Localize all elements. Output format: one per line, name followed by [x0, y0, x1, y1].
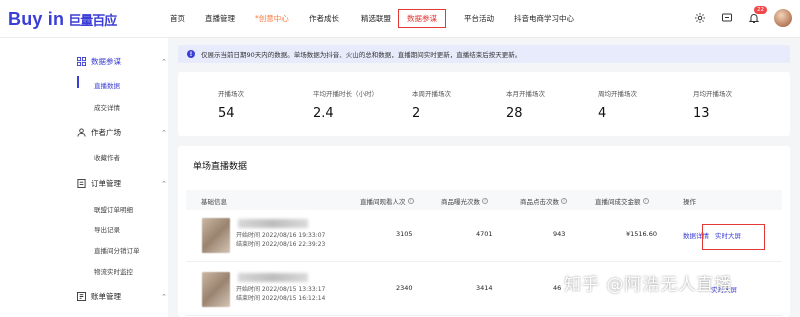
table-title: 单场直播数据: [193, 162, 248, 172]
cell-clicks: 46: [553, 284, 562, 292]
nav-creative-center[interactable]: *创意中心: [255, 13, 289, 24]
help-icon: ?: [482, 198, 488, 204]
blurred-live-title: [238, 219, 308, 228]
cell-exposure: 4701: [476, 230, 493, 238]
sidebar-group-data-advisor[interactable]: 数据参谋 ⌃: [77, 56, 167, 67]
table-header: 基础信息 直播间观看人次? 商品曝光次数? 商品点击次数? 直播间成交金额? 操…: [186, 190, 782, 210]
stat-total-sessions: 开播场次 54: [218, 90, 244, 121]
col-gmv: 直播间成交金额?: [595, 198, 649, 206]
sidebar-group-label: 作者广场: [91, 128, 121, 137]
sidebar-group-billing[interactable]: 账单管理 ⌃: [77, 291, 167, 302]
sidebar-item-alliance-orders[interactable]: 联盟订单明细: [94, 204, 133, 214]
col-views: 直播间观看人次?: [360, 198, 414, 206]
logo-text: Buy in: [8, 8, 65, 29]
watermark-text: 知乎 @阿浩无人直播: [564, 275, 733, 295]
col-clicks: 商品点击次数?: [520, 198, 567, 206]
sidebar-group-label: 数据参谋: [91, 57, 121, 66]
notification-badge: 22: [754, 6, 767, 14]
stat-weekly-avg: 周均开播场次 4: [598, 90, 637, 121]
live-times: 开始时间 2022/08/16 19:33:07 结束时间 2022/08/16…: [236, 232, 326, 248]
table-row: 开始时间 2022/08/16 19:33:07 结束时间 2022/08/16…: [186, 210, 782, 262]
col-exposure: 商品曝光次数?: [441, 198, 488, 206]
highlight-box: [702, 224, 765, 250]
sidebar-item-deal-details[interactable]: 成交详情: [94, 102, 120, 112]
help-icon: ?: [407, 198, 414, 204]
nav-learning-center[interactable]: 抖音电商学习中心: [514, 13, 574, 24]
stat-monthly-avg: 月均开播场次 13: [693, 90, 732, 121]
stat-month-sessions: 本月开播场次 28: [506, 90, 545, 121]
nav-home[interactable]: 首页: [170, 13, 185, 24]
avatar[interactable]: [774, 9, 792, 27]
nav-platform-events[interactable]: 平台活动: [464, 13, 494, 24]
cell-gmv: ¥1516.60: [626, 230, 658, 238]
nav-alliance[interactable]: 精选联盟: [361, 13, 391, 24]
cell-views: 2340: [396, 284, 413, 292]
live-cover-thumbnail: [202, 272, 230, 307]
help-icon: ?: [561, 198, 567, 204]
chevron-up-icon: ⌃: [161, 179, 167, 188]
nav-data-advisor[interactable]: 数据参谋: [398, 9, 446, 28]
bell-icon[interactable]: 22: [747, 6, 767, 25]
cell-exposure: 3414: [476, 284, 493, 292]
col-actions: 操作: [683, 198, 696, 206]
users-icon: [77, 128, 86, 137]
settings-gear-icon[interactable]: [693, 11, 707, 25]
sidebar-group-label: 订单管理: [91, 179, 121, 188]
chevron-up-icon: ⌃: [161, 57, 167, 66]
help-icon: ?: [642, 198, 649, 204]
nav-author-growth[interactable]: 作者成长: [309, 13, 339, 24]
notice-text: 仅展示当前日期90天内的数据。单场数据为抖音、火山的总和数据，直播期间实时更新，…: [201, 51, 522, 59]
sidebar-item-live-data[interactable]: 直播数据: [94, 80, 120, 90]
nav-live-management[interactable]: 直播管理: [205, 13, 235, 24]
sidebar-group-order-management[interactable]: 订单管理 ⌃: [77, 178, 167, 189]
notice-banner: ! 仅展示当前日期90天内的数据。单场数据为抖音、火山的总和数据，直播期间实时更…: [178, 45, 790, 63]
blurred-live-title: [238, 273, 308, 282]
chevron-up-icon: ⌃: [161, 128, 167, 137]
sidebar-item-live-distribution-orders[interactable]: 直播间分销订单: [94, 245, 140, 255]
top-navbar: Buy in 巨量百应 首页 直播管理 *创意中心 作者成长 精选联盟 数据参谋…: [0, 0, 800, 38]
stat-week-sessions: 本周开播场次 2: [412, 90, 451, 121]
live-times: 开始时间 2022/08/15 13:33:17 结束时间 2022/08/15…: [236, 286, 326, 302]
cell-views: 3105: [396, 230, 413, 238]
logo-brand: 巨量百应: [68, 13, 117, 29]
sidebar-item-logistics-monitor[interactable]: 物流实时监控: [94, 266, 133, 276]
sidebar-group-label: 账单管理: [91, 292, 121, 301]
sidebar-group-author-plaza[interactable]: 作者广场 ⌃: [77, 127, 167, 138]
sidebar-item-export-records[interactable]: 导出记录: [94, 224, 120, 234]
cell-clicks: 943: [553, 230, 566, 238]
chevron-up-icon: ⌃: [161, 292, 167, 301]
message-icon[interactable]: [720, 11, 734, 25]
live-cover-thumbnail: [202, 218, 230, 253]
sidebar: 数据参谋 ⌃ 直播数据 成交详情 作者广场 ⌃ 收藏作者 订单管理 ⌃ 联盟订单…: [0, 38, 168, 317]
sidebar-item-saved-authors[interactable]: 收藏作者: [94, 152, 120, 162]
active-indicator: [77, 76, 79, 88]
col-basic-info: 基础信息: [201, 198, 227, 206]
grid-icon: [77, 57, 86, 66]
logo[interactable]: Buy in 巨量百应: [8, 8, 117, 30]
order-icon: [77, 179, 86, 188]
stats-card: 开播场次 54 平均开播时长（小时） 2.4 本周开播场次 2 本月开播场次 2…: [178, 72, 790, 136]
info-icon: !: [187, 50, 195, 58]
stat-avg-duration: 平均开播时长（小时） 2.4: [313, 90, 378, 121]
bill-icon: [77, 292, 86, 301]
